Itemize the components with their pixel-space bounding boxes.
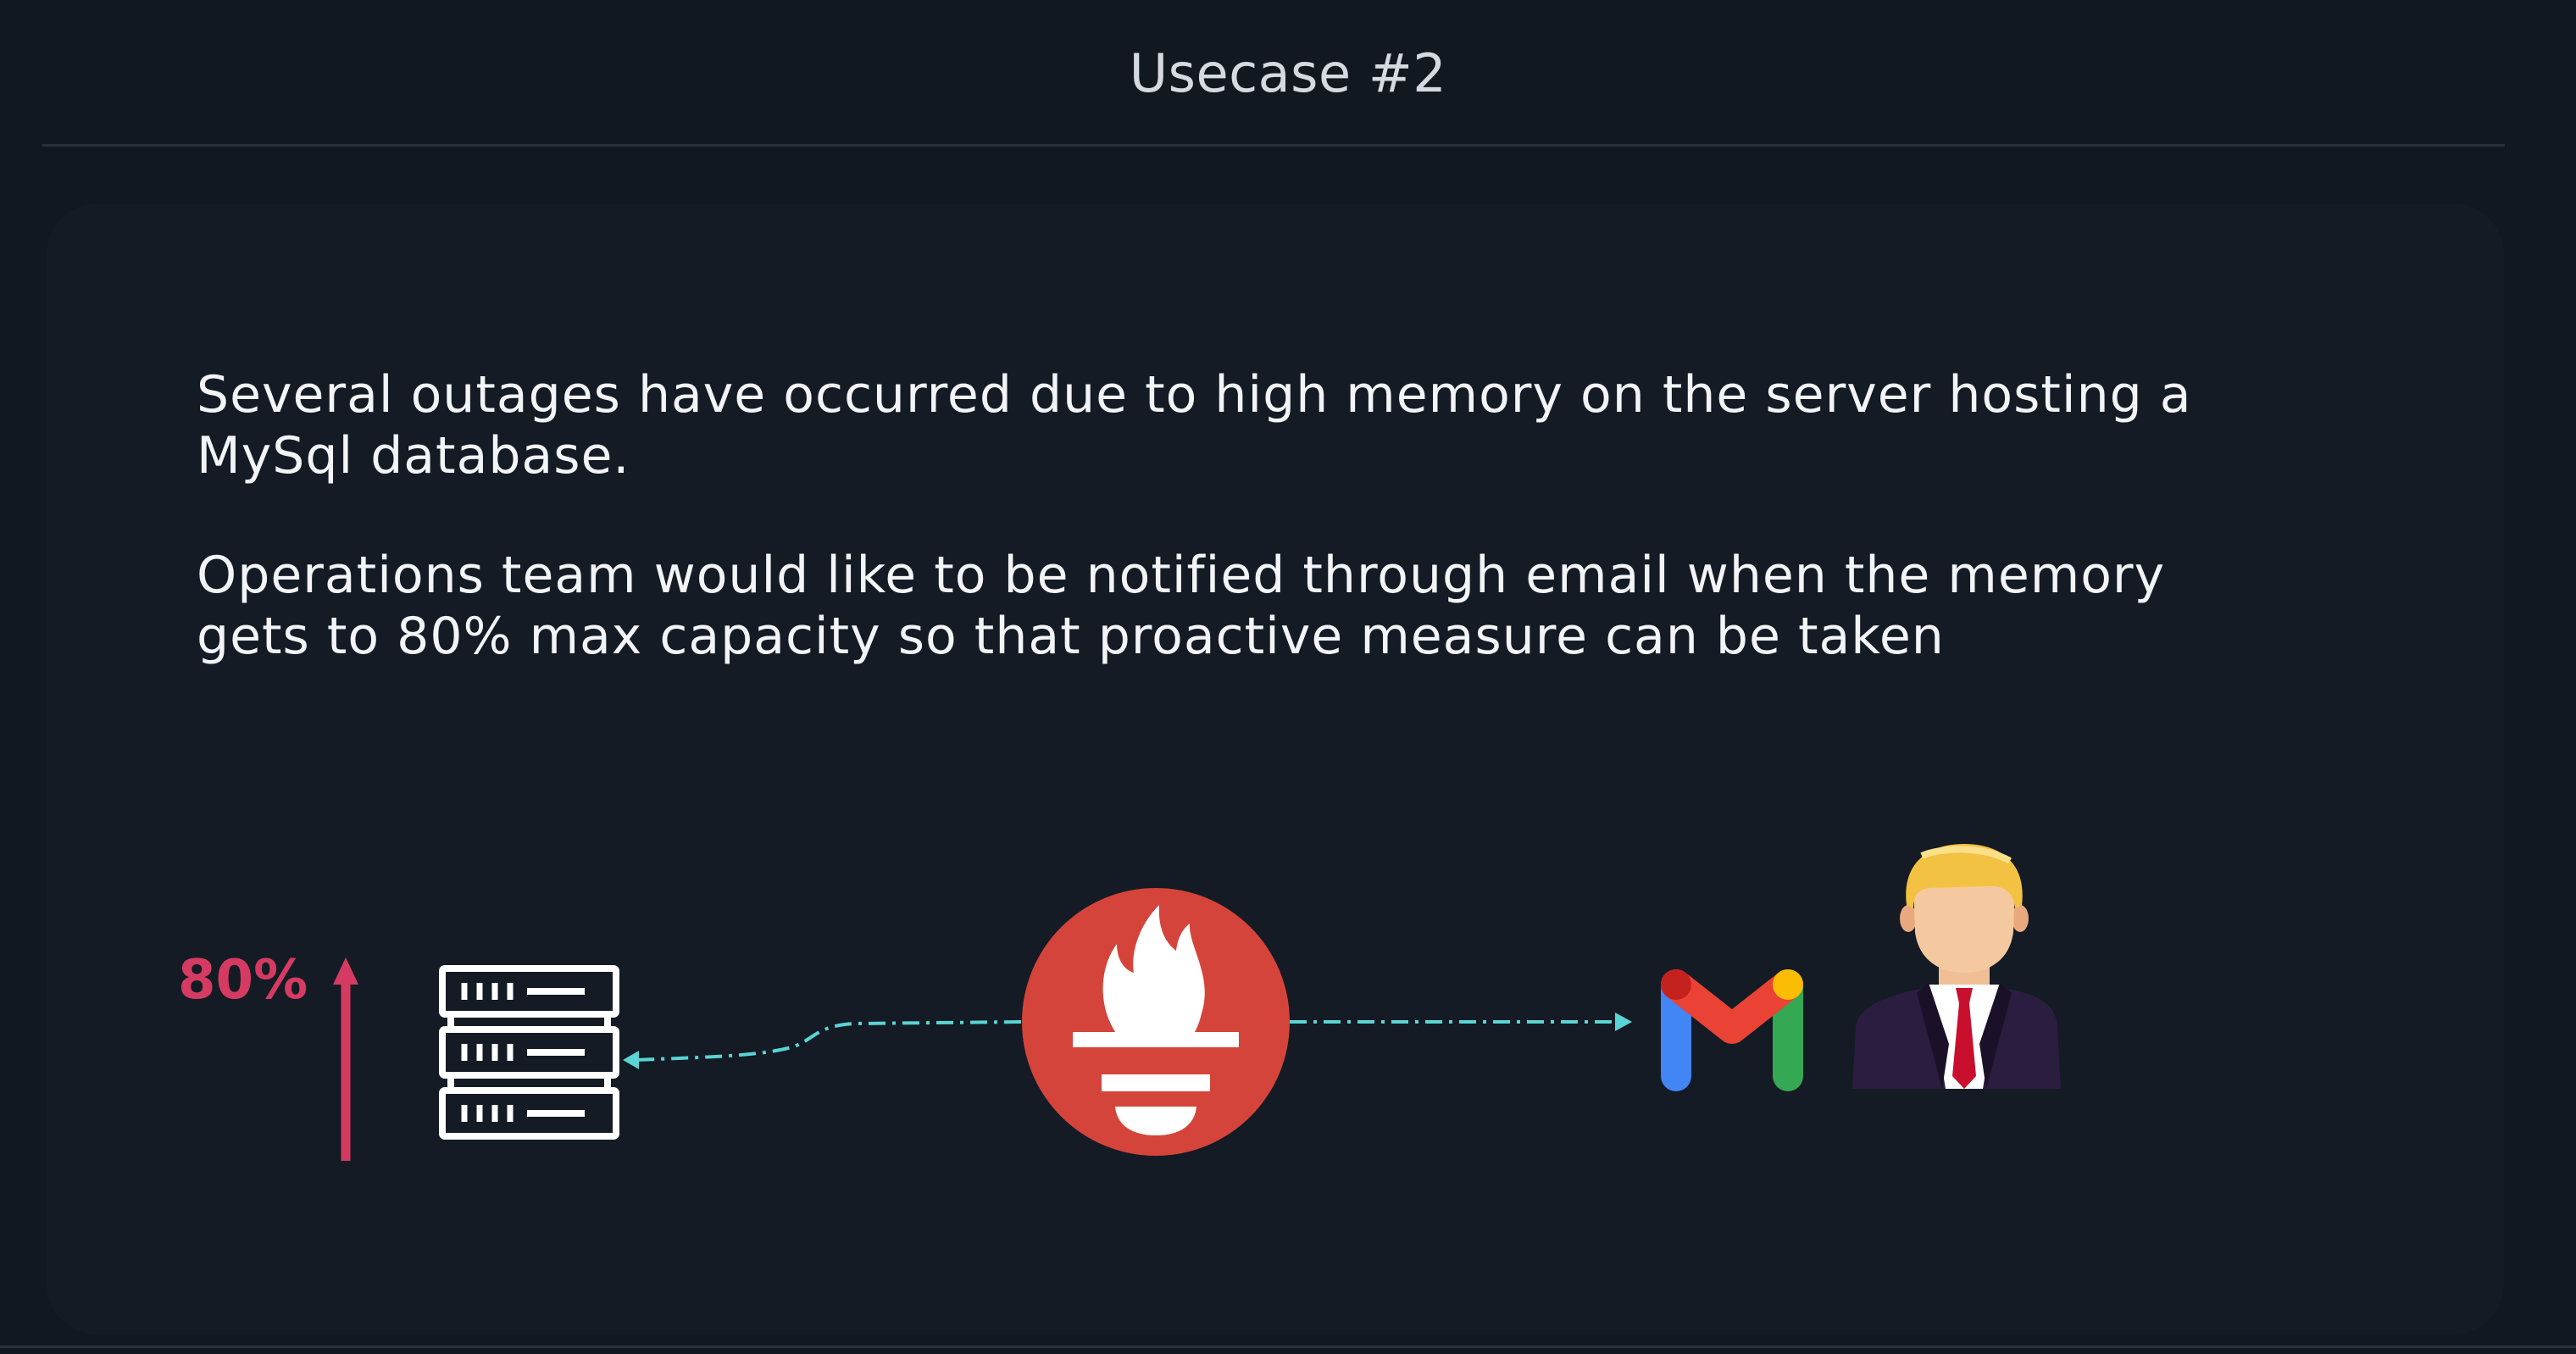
alert-flow-diagram: [333, 844, 2061, 1161]
prometheus-icon: [1022, 888, 1290, 1156]
server-rack-icon: [439, 965, 619, 1140]
gmail-icon: [1661, 969, 1803, 1091]
alert-connector: [1290, 1013, 1632, 1031]
businessman-icon: [1852, 844, 2061, 1089]
bottom-divider: [0, 1346, 2576, 1348]
arrow-up-icon: [333, 957, 358, 1161]
slide: Usecase #2 Several outages have occurred…: [0, 0, 2576, 1354]
scrape-connector: [623, 1020, 1022, 1069]
